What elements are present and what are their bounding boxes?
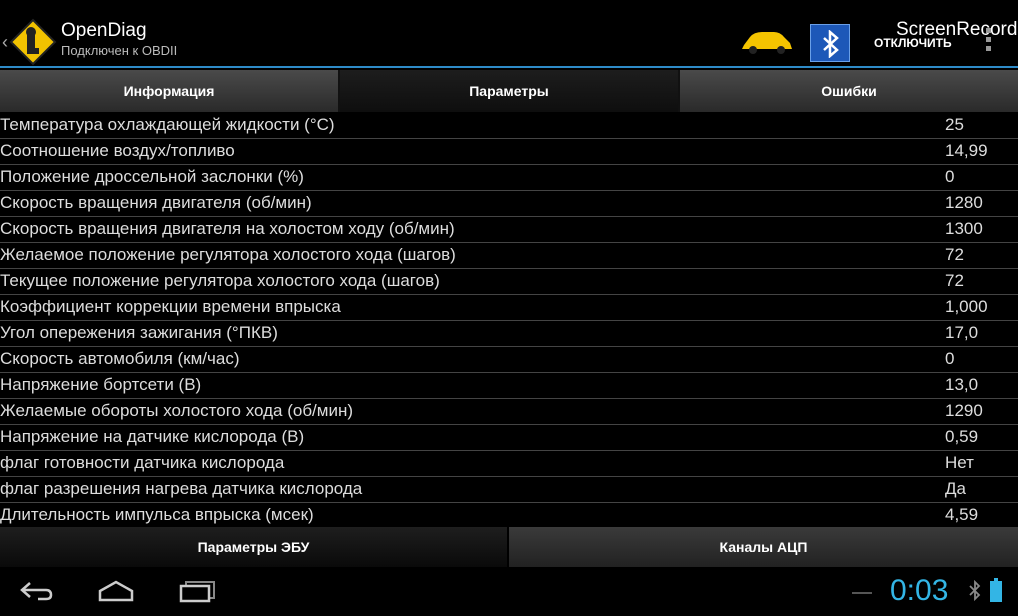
param-value: Да [945,479,966,498]
table-row: Скорость автомобиля (км/час) 0 [0,347,1018,373]
param-name: Температура охлаждающей жидкости (°С) [0,115,335,134]
table-row: Положение дроссельной заслонки (%) 0 [0,165,1018,191]
param-value: 1280 [945,193,983,212]
table-row: Напряжение на датчике кислорода (В) 0,59 [0,425,1018,451]
tab-parameters[interactable]: Параметры [340,70,680,112]
param-value: 0 [945,349,955,368]
param-value: 1290 [945,401,983,420]
table-row: Скорость вращения двигателя на холостом … [0,217,1018,243]
bluetooth-icon [823,30,839,58]
param-name: Положение дроссельной заслонки (%) [0,167,304,186]
param-value: 0 [945,167,955,186]
home-icon[interactable] [96,579,136,603]
param-value: 72 [945,271,964,290]
table-row: Напряжение бортсети (В) 13,0 [0,373,1018,399]
table-row: Желаемые обороты холостого хода (об/мин)… [0,399,1018,425]
bottom-tab-bar: Параметры ЭБУ Каналы АЦП [0,527,1018,567]
table-row: Желаемое положение регулятора холостого … [0,243,1018,269]
connection-status: Подключен к OBDII [61,43,178,58]
param-name: Напряжение на датчике кислорода (В) [0,427,305,446]
bluetooth-status-icon [969,580,981,602]
table-row: Соотношение воздух/топливо 14,99 [0,139,1018,165]
top-tab-bar: Информация Параметры Ошибки [0,70,1018,112]
table-row: Длительность импульса впрыска (мсек) 4,59 [0,503,1018,527]
table-row: флаг готовности датчика кислорода Нет [0,451,1018,477]
tab-adc-channels[interactable]: Каналы АЦП [507,527,1018,567]
overflow-menu-icon[interactable] [983,28,993,56]
param-name: Желаемое положение регулятора холостого … [0,245,456,264]
param-value: Нет [945,453,974,472]
tab-ecu-parameters[interactable]: Параметры ЭБУ [0,527,507,567]
param-value: 72 [945,245,964,264]
status-clock: 0:03 [890,574,949,607]
table-row: Угол опережения зажигания (°ПКВ) 17,0 [0,321,1018,347]
back-icon[interactable] [18,579,54,603]
param-name: Скорость вращения двигателя на холостом … [0,219,455,238]
app-title: OpenDiag [61,20,147,41]
table-row: Коэффициент коррекции времени впрыска 1,0… [0,295,1018,321]
tab-information[interactable]: Информация [0,70,340,112]
param-name: Соотношение воздух/топливо [0,141,235,160]
param-value: 4,59 [945,505,979,524]
table-row: Температура охлаждающей жидкости (°С) 25 [0,113,1018,139]
up-caret-icon[interactable]: ‹ [2,32,8,53]
table-row: Текущее положение регулятора холостого х… [0,269,1018,295]
action-bar: ‹ OpenDiag Подключен к OBDII ScreenRecor… [0,0,1018,68]
param-value: 25 [945,115,964,134]
bluetooth-toggle-button[interactable] [810,24,850,62]
disconnect-button[interactable]: ОТКЛЮЧИТЬ [874,36,952,50]
param-name: Напряжение бортсети (В) [0,375,202,394]
param-name: Коэффициент коррекции времени впрыска [0,297,341,316]
param-value: 14,99 [945,141,988,160]
table-row: флаг разрешения нагрева датчика кислород… [0,477,1018,503]
param-name: Длительность импульса впрыска (мсек) [0,505,314,524]
tab-errors[interactable]: Ошибки [680,70,1018,112]
param-value: 13,0 [945,375,979,394]
notification-dash [852,592,872,594]
opendiag-road-sign-icon[interactable] [9,18,57,66]
param-name: Скорость автомобиля (км/час) [0,349,240,368]
param-name: Желаемые обороты холостого хода (об/мин) [0,401,354,420]
battery-icon [990,578,1002,602]
parameter-list[interactable]: Температура охлаждающей жидкости (°С) 25 … [0,113,1018,527]
param-name: флаг готовности датчика кислорода [0,453,285,472]
param-value: 0,59 [945,427,979,446]
param-value: 1300 [945,219,983,238]
table-row: Скорость вращения двигателя (об/мин) 1280 [0,191,1018,217]
param-name: флаг разрешения нагрева датчика кислород… [0,479,363,498]
param-value: 17,0 [945,323,979,342]
car-icon[interactable] [740,29,794,55]
recent-apps-icon[interactable] [178,579,218,603]
param-name: Текущее положение регулятора холостого х… [0,271,440,290]
param-name: Скорость вращения двигателя (об/мин) [0,193,312,212]
param-name: Угол опережения зажигания (°ПКВ) [0,323,278,342]
param-value: 1,000 [945,297,988,316]
